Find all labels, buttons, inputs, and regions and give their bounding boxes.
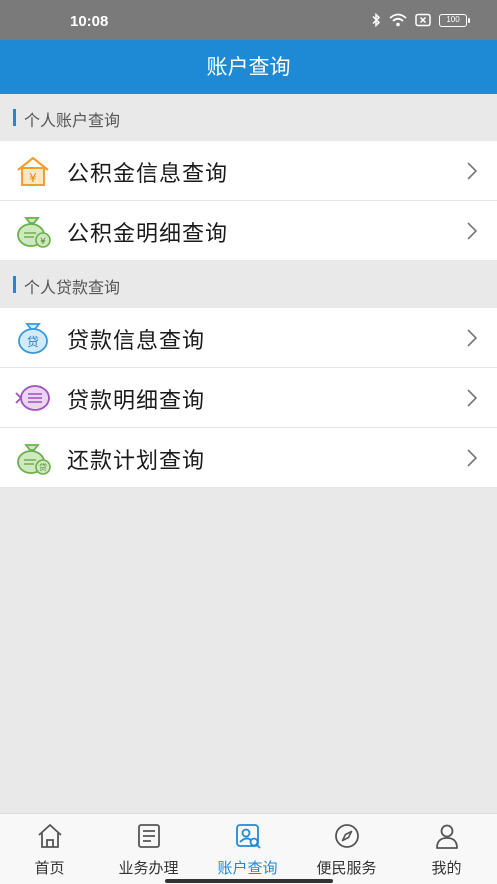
section-accent-bar (13, 276, 16, 293)
loan-bag-icon: 贷 (18, 323, 48, 354)
nav-item-mine[interactable]: 我的 (397, 814, 496, 884)
nav-item-account-query[interactable]: 账户查询 (198, 814, 297, 884)
status-time: 10:08 (70, 13, 109, 30)
bottom-nav: 首页 业务办理 账户查询 便民服务 我的 (0, 813, 497, 884)
house-yen-icon: ¥ (17, 156, 49, 186)
chevron-right-icon (467, 329, 478, 347)
list-item-fund-detail[interactable]: ¥ 公积金明细查询 (0, 201, 497, 261)
chevron-right-icon (467, 222, 478, 240)
wifi-icon (389, 13, 407, 27)
nav-label: 便民服务 (316, 859, 377, 877)
compass-icon (335, 824, 359, 848)
item-label: 贷款信息查询 (67, 329, 206, 354)
section-header-account: 个人账户查询 (0, 94, 497, 141)
section-title: 个人账户查询 (24, 111, 121, 130)
item-label: 公积金信息查询 (67, 162, 229, 187)
bluetooth-icon (372, 13, 381, 27)
svg-text:贷: 贷 (27, 335, 39, 349)
money-bag-yen-icon: ¥ (17, 217, 51, 248)
svg-text:¥: ¥ (40, 237, 46, 247)
document-icon (138, 824, 160, 848)
nav-item-services[interactable]: 便民服务 (297, 814, 396, 884)
section-accent-bar (13, 109, 16, 126)
svg-text:¥: ¥ (29, 171, 37, 185)
section-header-loan: 个人贷款查询 (0, 261, 497, 308)
item-label: 公积金明细查询 (67, 222, 229, 247)
nav-item-home[interactable]: 首页 (0, 814, 99, 884)
nav-label: 账户查询 (217, 859, 278, 877)
status-bar: 10:08 100 (0, 0, 497, 40)
nav-label: 首页 (34, 859, 65, 877)
list-item-loan-detail[interactable]: 贷款明细查询 (0, 368, 497, 428)
svg-text:贷: 贷 (39, 462, 47, 472)
nav-label: 业务办理 (118, 859, 179, 877)
chevron-right-icon (467, 162, 478, 180)
list-item-fund-info[interactable]: ¥ 公积金信息查询 (0, 141, 497, 201)
loan-detail-list-icon (15, 385, 50, 411)
user-icon (436, 824, 458, 849)
status-icons: 100 (371, 13, 470, 27)
item-label: 贷款明细查询 (67, 389, 206, 414)
page-title: 账户查询 (0, 40, 497, 94)
sim-error-icon (415, 13, 431, 27)
account-search-icon (236, 824, 261, 849)
chevron-right-icon (467, 389, 478, 407)
nav-label: 我的 (431, 859, 462, 877)
item-label: 还款计划查询 (67, 449, 206, 474)
list-item-repayment-plan[interactable]: 贷 还款计划查询 (0, 428, 497, 488)
nav-item-business[interactable]: 业务办理 (99, 814, 198, 884)
home-icon (38, 824, 62, 848)
chevron-right-icon (467, 449, 478, 467)
list-item-loan-info[interactable]: 贷 贷款信息查询 (0, 308, 497, 368)
section-title: 个人贷款查询 (24, 278, 121, 297)
repayment-plan-icon: 贷 (17, 444, 51, 475)
home-indicator (165, 879, 333, 883)
battery-icon: 100 (439, 13, 470, 27)
